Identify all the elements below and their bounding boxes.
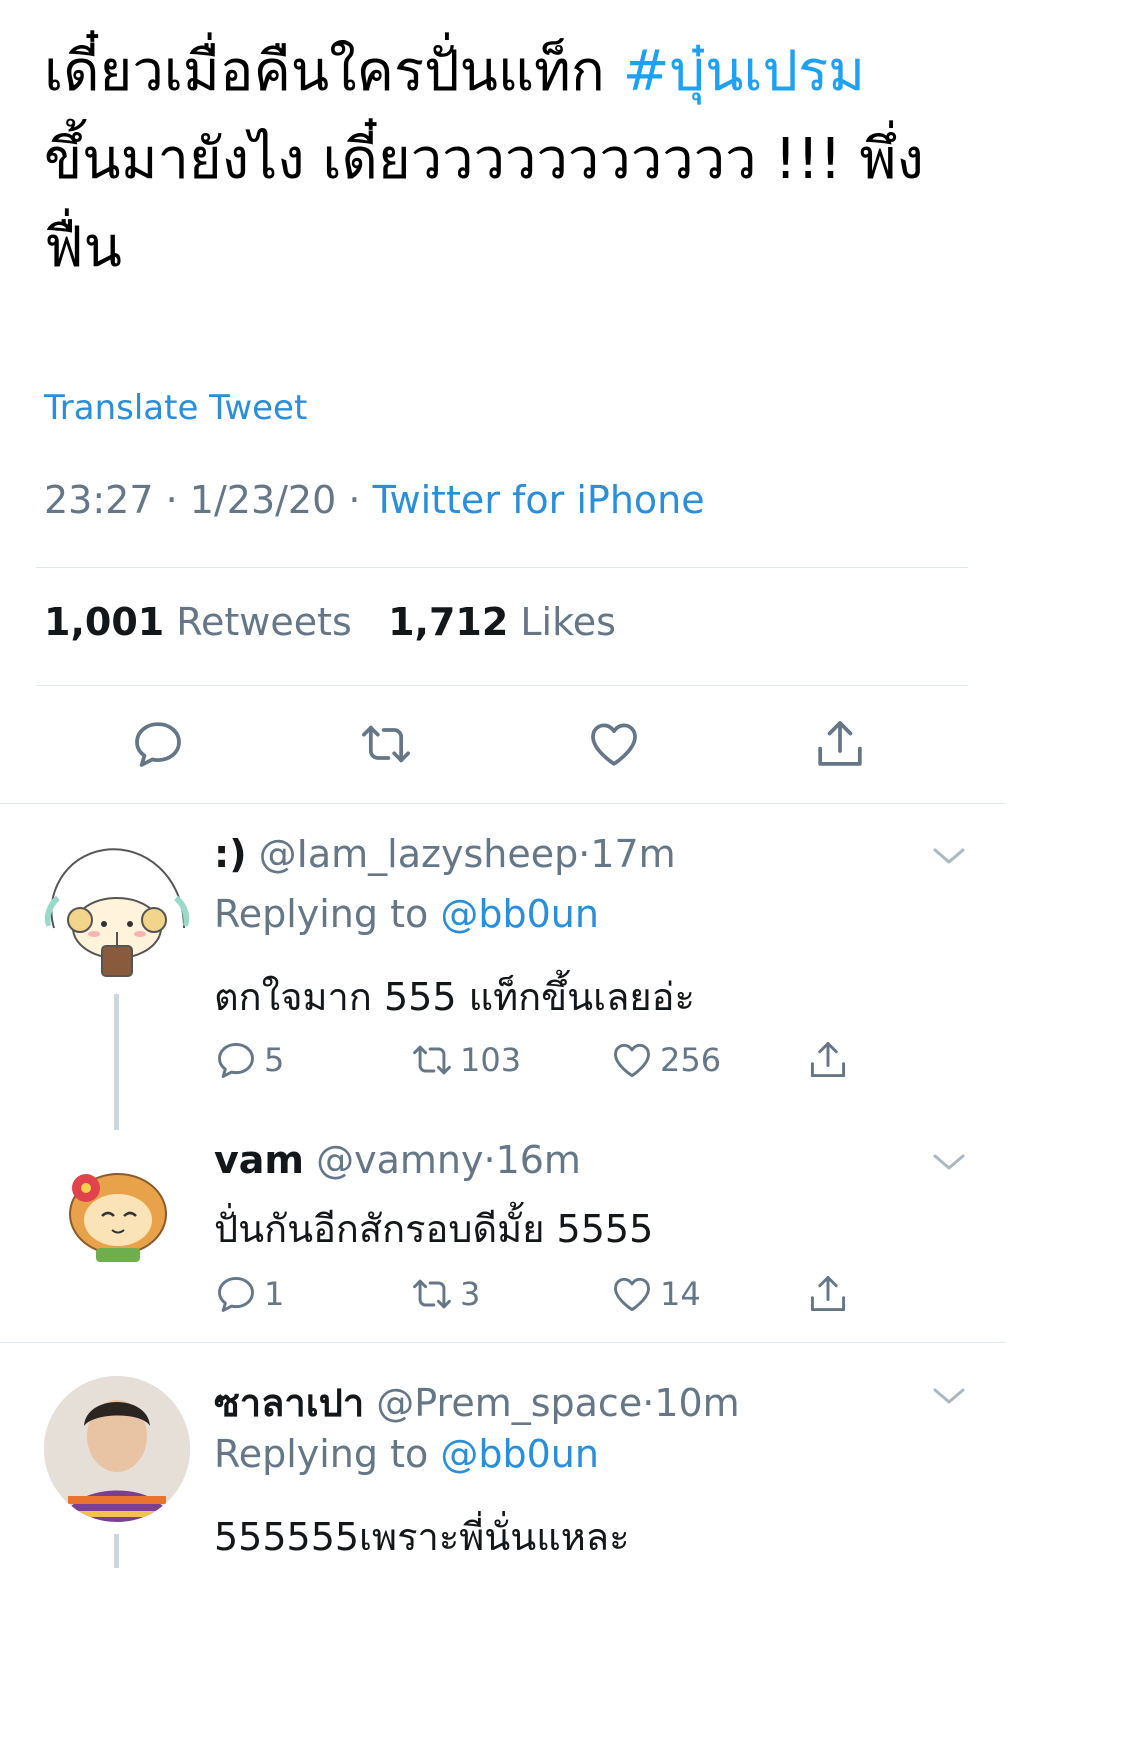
divider [36, 685, 968, 686]
replying-to-handle[interactable]: @bb0un [440, 892, 599, 936]
tweet-source-link[interactable]: Twitter for iPhone [373, 478, 705, 522]
share-button[interactable] [808, 712, 872, 776]
reply-retweet-button[interactable]: 3 [410, 1272, 480, 1316]
person-photo-avatar[interactable] [44, 1376, 190, 1522]
retweets-stat[interactable]: 1,001 Retweets [44, 600, 352, 644]
monkey-avatar-icon[interactable] [52, 1148, 182, 1278]
likes-count: 1,712 [388, 600, 509, 644]
tweet-text: เดี๋ยวเมื่อคืนใครปั่นแท็ก #บุ๋นเปรม ขึ้น… [44, 28, 944, 292]
reply-header: vam @vamny·16m [214, 1138, 581, 1182]
tweet-time: 23:27 [44, 478, 154, 522]
reply-button[interactable] [126, 712, 190, 776]
reply-author-handle[interactable]: @Prem_space [376, 1381, 642, 1425]
thread-line [114, 994, 119, 1130]
retweets-label: Retweets [176, 600, 352, 644]
reply-author-name[interactable]: vam [214, 1138, 304, 1182]
reply-share-button[interactable] [806, 1272, 856, 1316]
share-icon [810, 1042, 846, 1078]
retweet-icon [361, 725, 411, 763]
retweet-icon [413, 1045, 451, 1075]
tweet-text-part-2: ขึ้นมายังไง เดี๋ยววววววววววว !!! พึ่งฟื่… [44, 127, 924, 280]
reply-share-button[interactable] [806, 1038, 856, 1082]
hashtag-link[interactable]: #บุ๋นเปรม [623, 39, 865, 104]
sheep-avatar-icon[interactable] [44, 836, 190, 982]
meta-separator: · [642, 1381, 655, 1425]
replying-to-label: Replying to [214, 1432, 429, 1476]
meta-separator: · [165, 478, 178, 522]
like-count: 14 [660, 1275, 701, 1313]
replying-to-handle[interactable]: @bb0un [440, 1432, 599, 1476]
reply-author-handle[interactable]: @vamny [316, 1138, 483, 1182]
reply-count: 1 [264, 1275, 285, 1313]
divider [0, 1342, 1005, 1343]
tweet-text-part-1: เดี๋ยวเมื่อคืนใครปั่นแท็ก [44, 39, 623, 104]
share-icon [810, 1276, 846, 1312]
meta-separator: · [348, 478, 361, 522]
reply-author-name[interactable]: :) [214, 832, 247, 876]
chevron-down-icon[interactable] [932, 1386, 966, 1406]
reply-header: ซาลาเปา @Prem_space·10m [214, 1372, 740, 1433]
meta-separator: · [578, 832, 591, 876]
reply-icon [218, 1276, 254, 1312]
thread-line [114, 1534, 119, 1568]
reply-like-button[interactable]: 256 [610, 1038, 721, 1082]
chevron-down-icon[interactable] [932, 1152, 966, 1172]
like-icon [591, 723, 637, 766]
likes-label: Likes [520, 600, 616, 644]
replying-to-label: Replying to [214, 892, 429, 936]
reply-retweet-button[interactable]: 103 [410, 1038, 521, 1082]
share-icon [818, 721, 862, 766]
like-icon [614, 1277, 650, 1312]
reply-count: 5 [264, 1041, 285, 1079]
divider [0, 803, 1005, 804]
reply-icon [218, 1042, 254, 1078]
reply-author-name[interactable]: ซาลาเปา [214, 1381, 364, 1425]
reply-body: 555555เพราะพี่นั่นแหละ [214, 1515, 630, 1559]
reply-time: 10m [654, 1381, 740, 1425]
replying-to-line: Replying to @bb0un [214, 1432, 599, 1476]
reply-author-handle[interactable]: @Iam_lazysheep [259, 832, 579, 876]
chevron-down-icon[interactable] [932, 846, 966, 866]
reply-body: ปั่นกันอีกสักรอบดีมั้ย 5555 [214, 1207, 654, 1251]
reply-body: ตกใจมาก 555 แท็กขึ้นเลยอ่ะ [214, 975, 695, 1019]
divider [36, 567, 968, 568]
likes-stat[interactable]: 1,712 Likes [388, 600, 616, 644]
reply-reply-button[interactable]: 1 [214, 1272, 284, 1316]
reply-icon [135, 722, 181, 767]
tweet-date: 1/23/20 [189, 478, 337, 522]
retweet-icon [413, 1279, 451, 1309]
retweets-count: 1,001 [44, 600, 165, 644]
tweet-stats: 1,001 Retweets 1,712 Likes [44, 600, 616, 644]
like-icon [614, 1043, 650, 1078]
retweet-count: 3 [460, 1275, 481, 1313]
translate-tweet-link[interactable]: Translate Tweet [44, 388, 307, 428]
reply-reply-button[interactable]: 5 [214, 1038, 284, 1082]
retweet-count: 103 [460, 1041, 522, 1079]
replying-to-line: Replying to @bb0un [214, 892, 599, 936]
meta-separator: · [483, 1138, 496, 1182]
retweet-button[interactable] [354, 712, 418, 776]
reply-time: 17m [590, 832, 676, 876]
reply-header: :) @Iam_lazysheep·17m [214, 832, 676, 876]
tweet-meta: 23:27 · 1/23/20 · Twitter for iPhone [44, 478, 705, 522]
reply-like-button[interactable]: 14 [610, 1272, 701, 1316]
like-button[interactable] [582, 712, 646, 776]
reply-time: 16m [495, 1138, 581, 1182]
like-count: 256 [660, 1041, 722, 1079]
